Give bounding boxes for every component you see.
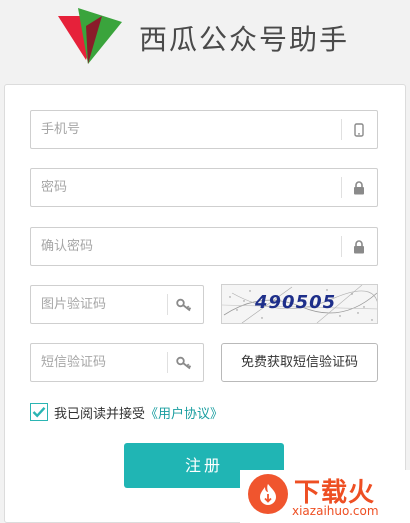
app-header: 西瓜公众号助手 (0, 0, 410, 84)
user-agreement-link[interactable]: 《用户协议》 (145, 403, 223, 422)
lock-icon (346, 169, 372, 206)
phone-input[interactable]: 手机号 (30, 110, 378, 149)
lock-icon (346, 228, 372, 265)
get-sms-code-button[interactable]: 免费获取短信验证码 (221, 343, 378, 382)
field-divider (167, 352, 168, 373)
agreement-row: 我已阅读并接受 《用户协议》 (30, 402, 223, 422)
password-input[interactable]: 密码 (30, 168, 378, 207)
phone-icon (346, 111, 372, 148)
phone-placeholder: 手机号 (41, 122, 81, 137)
sms-code-placeholder: 短信验证码 (41, 355, 107, 370)
image-code-input[interactable]: 图片验证码 (30, 285, 204, 324)
key-icon (171, 344, 197, 381)
app-title: 西瓜公众号助手 (139, 23, 350, 56)
confirm-password-input[interactable]: 确认密码 (30, 227, 378, 266)
key-icon (171, 286, 197, 323)
agree-checkbox[interactable] (30, 403, 48, 421)
field-divider (341, 119, 342, 140)
field-divider (167, 294, 168, 315)
sms-code-input[interactable]: 短信验证码 (30, 343, 204, 382)
agree-text: 我已阅读并接受 (54, 406, 146, 422)
field-divider (341, 177, 342, 198)
confirm-password-placeholder: 确认密码 (41, 239, 94, 254)
watermark-url: xiazaihuo.com (292, 504, 379, 518)
image-code-placeholder: 图片验证码 (41, 297, 107, 312)
watermark: 下载火 xiazaihuo.com (240, 470, 410, 523)
flame-download-icon (248, 474, 288, 514)
triangle-logo-icon (58, 8, 122, 64)
password-placeholder: 密码 (41, 180, 68, 195)
field-divider (341, 236, 342, 257)
check-icon (32, 406, 46, 418)
captcha-code: 490505 (255, 292, 337, 313)
captcha-image[interactable]: 490505 (221, 284, 378, 324)
